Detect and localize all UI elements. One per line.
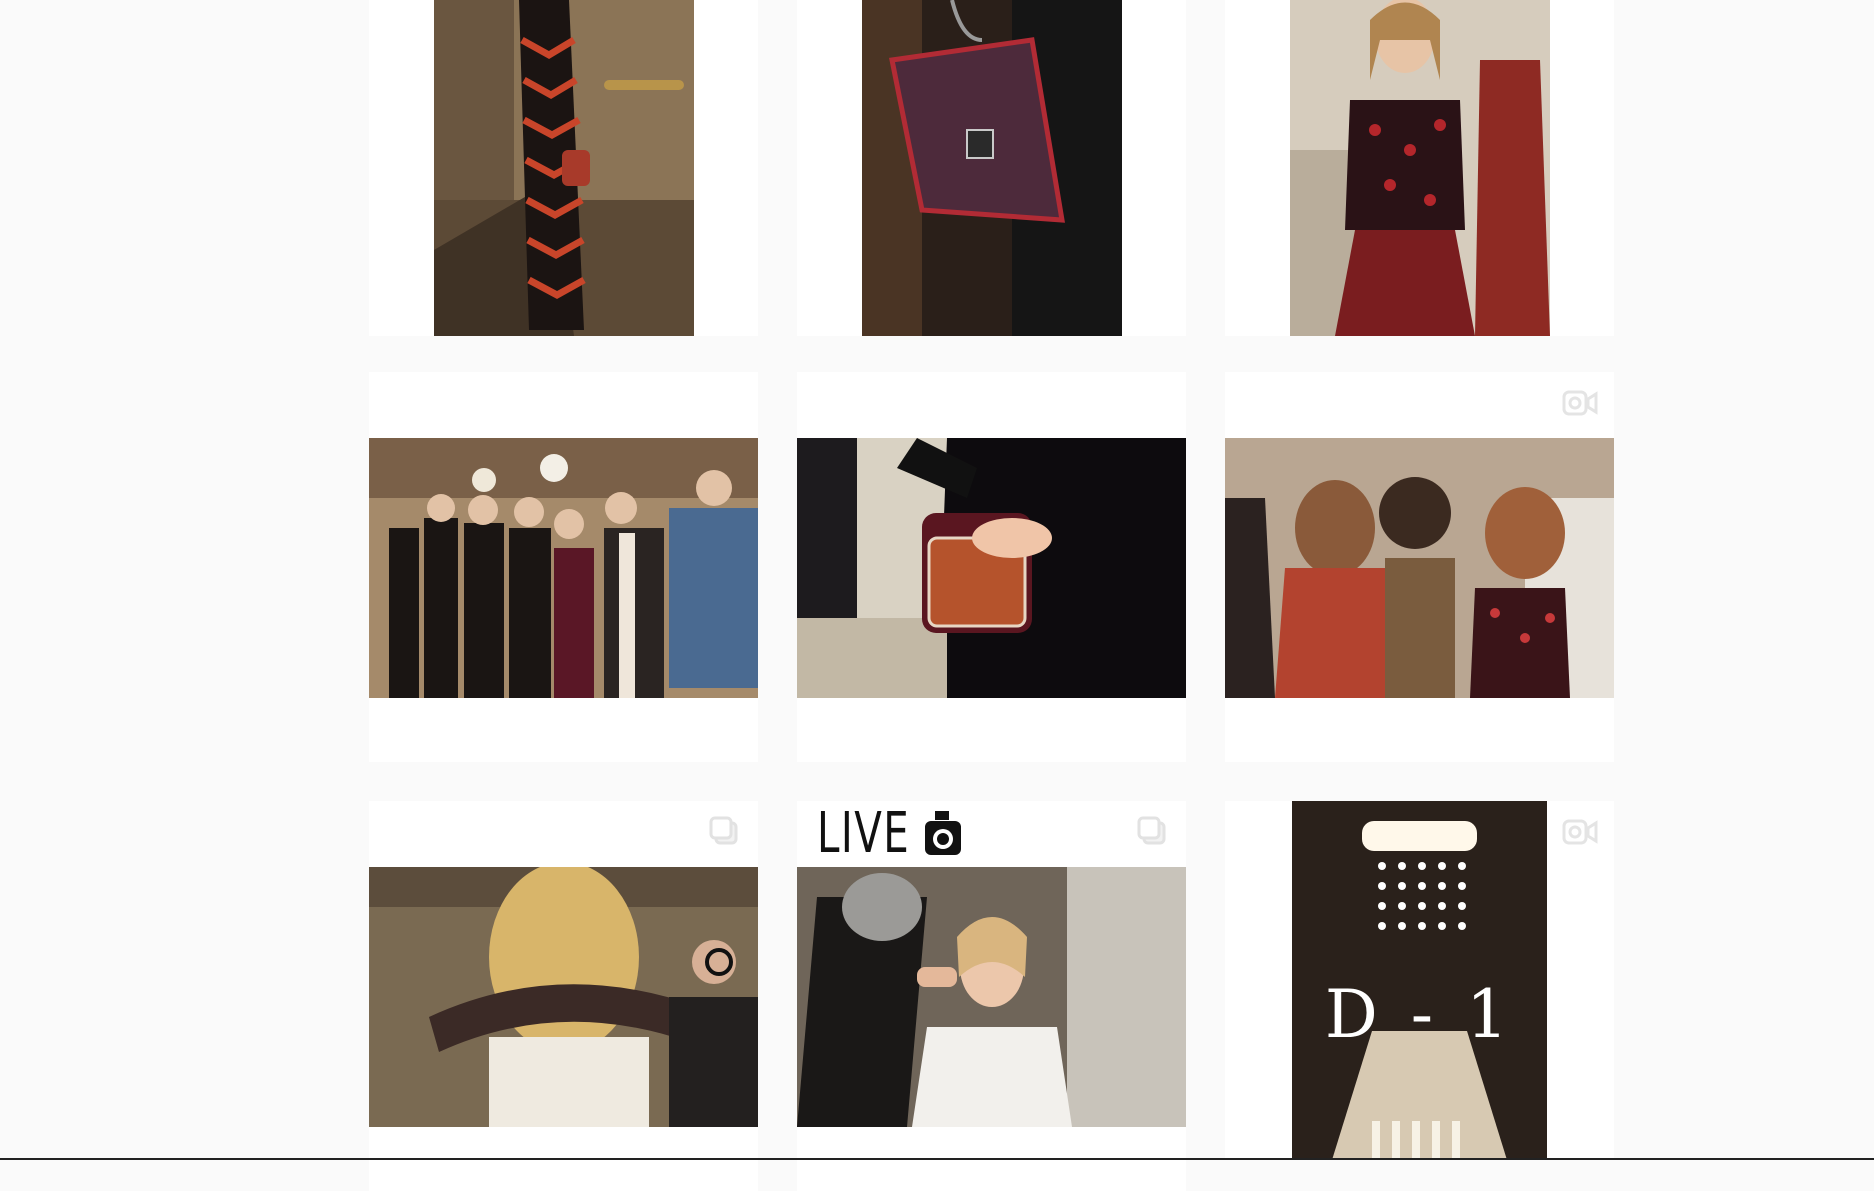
post-grid: LIVE D - 1 [0, 0, 1874, 1191]
post-tile[interactable] [1225, 0, 1614, 336]
post-caption: D - 1 [1324, 976, 1515, 1053]
post-tile[interactable]: LIVE [797, 801, 1186, 1191]
post-photo [434, 0, 694, 336]
post-tile[interactable] [369, 0, 758, 336]
gallery-icon [1134, 815, 1170, 849]
video-icon [1562, 386, 1598, 420]
post-tile[interactable] [797, 0, 1186, 336]
post-tile[interactable] [369, 372, 758, 762]
camera-icon [923, 807, 963, 859]
post-photo [797, 438, 1186, 698]
post-photo [369, 438, 758, 698]
live-label: LIVE [817, 801, 911, 866]
post-photo [862, 0, 1122, 336]
post-photo: D - 1 [1292, 801, 1547, 1160]
post-tile[interactable]: D - 1 [1225, 801, 1614, 1160]
post-photo [1290, 0, 1550, 336]
post-tile[interactable] [1225, 372, 1614, 762]
post-photo [797, 867, 1186, 1127]
post-tile[interactable] [369, 801, 758, 1191]
post-photo [1225, 438, 1614, 698]
gallery-icon [706, 815, 742, 849]
video-icon [1562, 815, 1598, 849]
post-tile[interactable] [797, 372, 1186, 762]
post-photo [369, 867, 758, 1127]
